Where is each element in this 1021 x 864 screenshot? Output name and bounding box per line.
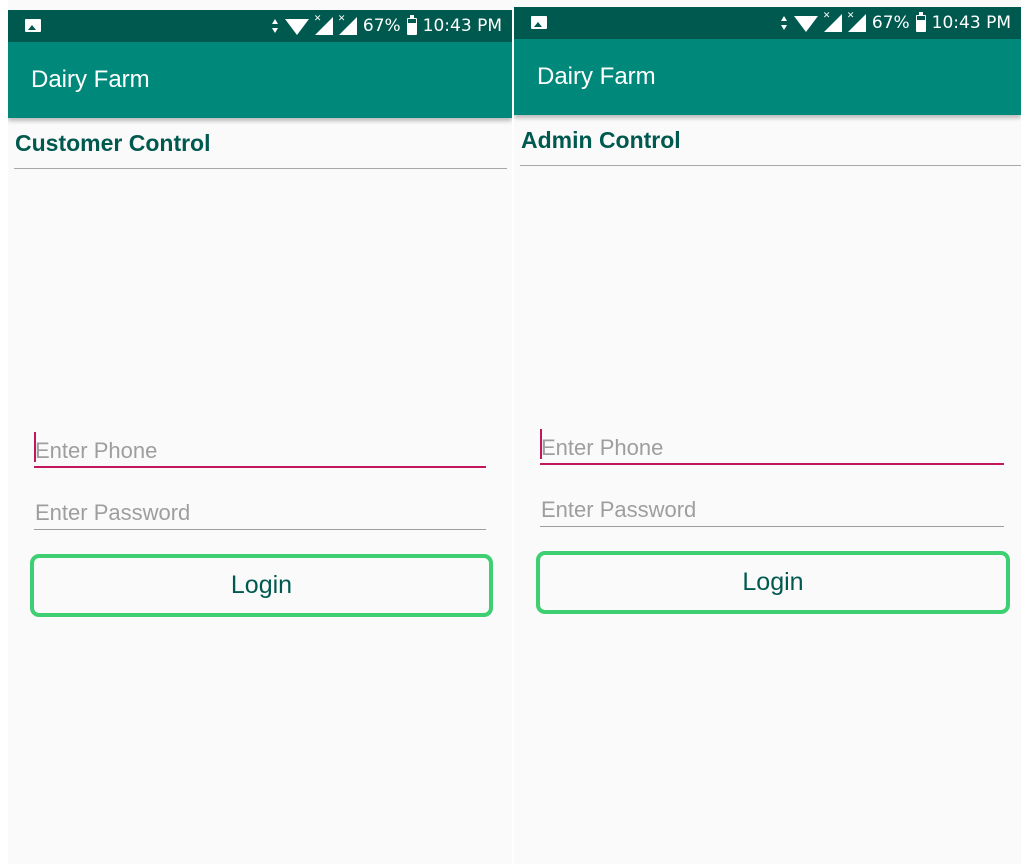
status-time: 10:43 PM	[931, 13, 1011, 33]
phone-input[interactable]: Enter Phone	[34, 430, 486, 468]
app-bar: Dairy Farm	[8, 42, 512, 118]
password-input[interactable]: Enter Password	[540, 489, 1004, 527]
phone-placeholder: Enter Phone	[35, 438, 158, 463]
wifi-icon	[793, 16, 818, 32]
section-title: Admin Control	[521, 127, 681, 153]
wifi-icon	[284, 19, 309, 35]
password-underline	[540, 526, 1004, 527]
login-button[interactable]: Login	[536, 551, 1010, 614]
section-title: Customer Control	[15, 130, 211, 156]
battery-percent: 67%	[362, 16, 401, 36]
phone-underline	[540, 463, 1004, 465]
section-divider	[14, 168, 507, 169]
status-time: 10:43 PM	[422, 16, 502, 36]
app-title: Dairy Farm	[537, 63, 656, 90]
data-arrows-icon	[780, 16, 788, 30]
signal-x-icon	[314, 14, 333, 35]
password-input[interactable]: Enter Password	[34, 492, 486, 530]
password-placeholder: Enter Password	[35, 500, 191, 525]
gallery-icon	[531, 16, 547, 29]
login-button[interactable]: Login	[30, 554, 493, 617]
password-underline	[34, 529, 486, 530]
battery-icon	[915, 11, 926, 32]
app-title: Dairy Farm	[31, 66, 150, 93]
customer-screen: 67% 10:43 PM Dairy Farm Customer Control…	[8, 0, 512, 864]
app-bar: Dairy Farm	[514, 39, 1021, 115]
gallery-icon	[25, 19, 41, 32]
status-bar: 67% 10:43 PM	[514, 7, 1021, 39]
phone-placeholder: Enter Phone	[541, 435, 664, 460]
phone-input[interactable]: Enter Phone	[540, 427, 1004, 465]
battery-icon	[406, 14, 417, 35]
status-bar: 67% 10:43 PM	[8, 10, 512, 42]
signal-x-icon	[823, 11, 842, 32]
signal-x-icon	[847, 11, 866, 32]
section-divider	[520, 165, 1021, 166]
signal-x-icon	[338, 14, 357, 35]
password-placeholder: Enter Password	[541, 497, 697, 522]
phone-underline	[34, 466, 486, 468]
data-arrows-icon	[271, 19, 279, 33]
battery-percent: 67%	[871, 13, 910, 33]
admin-screen: 67% 10:43 PM Dairy Farm Admin Control En…	[514, 0, 1021, 864]
